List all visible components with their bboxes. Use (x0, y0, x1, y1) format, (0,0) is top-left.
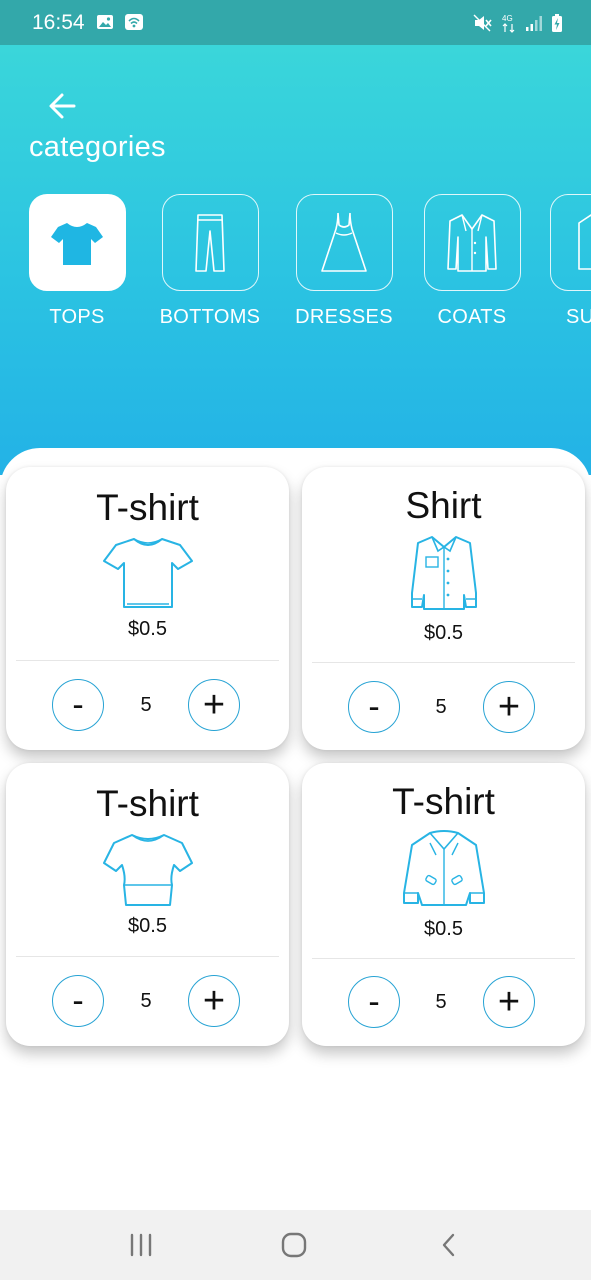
tshirt-icon (51, 222, 103, 265)
product-title: T-shirt (392, 781, 495, 822)
category-dresses[interactable]: DRESSES (279, 194, 409, 329)
product-price: $0.5 (128, 915, 167, 937)
category-label: TOPS (49, 306, 105, 328)
recent-apps-icon[interactable] (124, 1228, 158, 1262)
quantity-value: 5 (435, 991, 447, 1013)
mute-icon (473, 14, 493, 37)
signal-icon (525, 14, 543, 37)
status-time: 16:54 (32, 11, 85, 34)
decrease-quantity-button[interactable]: - (348, 976, 400, 1028)
suit-icon (577, 213, 591, 270)
product-card[interactable]: T-shirt $0.5 - 5 + (6, 763, 289, 1046)
card-divider (16, 660, 279, 661)
decrease-quantity-button[interactable]: - (52, 679, 104, 731)
category-coats-box (423, 194, 521, 291)
quantity-value: 5 (140, 990, 152, 1012)
product-card[interactable]: Shirt $0.5 - 5 + (302, 467, 585, 750)
trousers-icon (195, 213, 225, 272)
shirt-icon (408, 533, 480, 618)
dress-icon (321, 212, 367, 272)
page-title: categories (29, 131, 166, 163)
product-card[interactable]: T-shirt $0.5 - 5 + (302, 763, 585, 1046)
decrease-quantity-button[interactable]: - (348, 681, 400, 733)
category-label: BOTTOMS (159, 306, 261, 328)
category-label: COATS (437, 306, 507, 328)
coat-icon (447, 213, 497, 272)
product-price: $0.5 (128, 618, 167, 640)
back-button[interactable] (44, 89, 84, 123)
status-right-icons: 4G (473, 13, 563, 38)
status-bar: 16:54 4G (0, 0, 591, 45)
category-suits-box (550, 194, 591, 291)
category-dresses-box (295, 194, 393, 291)
increase-quantity-button[interactable]: + (483, 976, 535, 1028)
card-divider (16, 956, 279, 957)
jacket-icon (400, 827, 488, 914)
category-bottoms-box (161, 194, 259, 291)
svg-text:4G: 4G (502, 14, 513, 23)
status-left-icons (96, 13, 144, 36)
category-label: DRESSES (295, 306, 393, 328)
tshirt-icon (102, 535, 194, 616)
blouse-icon (102, 829, 194, 914)
quantity-value: 5 (140, 694, 152, 716)
product-title: T-shirt (96, 783, 199, 824)
product-card[interactable]: T-shirt $0.5 - 5 + (6, 467, 289, 750)
product-title: T-shirt (96, 487, 199, 528)
card-divider (312, 958, 575, 959)
arrow-left-icon (49, 93, 76, 119)
4g-data-icon: 4G (501, 13, 517, 38)
card-divider (312, 662, 575, 663)
increase-quantity-button[interactable]: + (188, 975, 240, 1027)
wifi-hotspot-icon (124, 13, 144, 36)
category-coats[interactable]: COATS (407, 194, 537, 329)
product-price: $0.5 (424, 622, 463, 644)
category-tops-box (28, 194, 126, 291)
header: categories TOPS BOTTOMS DRESSES COATS SU (0, 45, 591, 475)
category-suits[interactable]: SU (534, 194, 591, 329)
back-icon[interactable] (432, 1228, 466, 1262)
category-label: SU (566, 306, 591, 328)
quantity-value: 5 (435, 696, 447, 718)
category-tops[interactable]: TOPS (12, 194, 142, 329)
category-bottoms[interactable]: BOTTOMS (145, 194, 275, 329)
battery-charging-icon (551, 13, 563, 38)
decrease-quantity-button[interactable]: - (52, 975, 104, 1027)
product-title: Shirt (405, 485, 482, 526)
increase-quantity-button[interactable]: + (188, 679, 240, 731)
system-nav-bar (0, 1210, 591, 1280)
home-icon[interactable] (277, 1228, 311, 1262)
image-icon (96, 13, 114, 36)
product-price: $0.5 (424, 918, 463, 940)
increase-quantity-button[interactable]: + (483, 681, 535, 733)
